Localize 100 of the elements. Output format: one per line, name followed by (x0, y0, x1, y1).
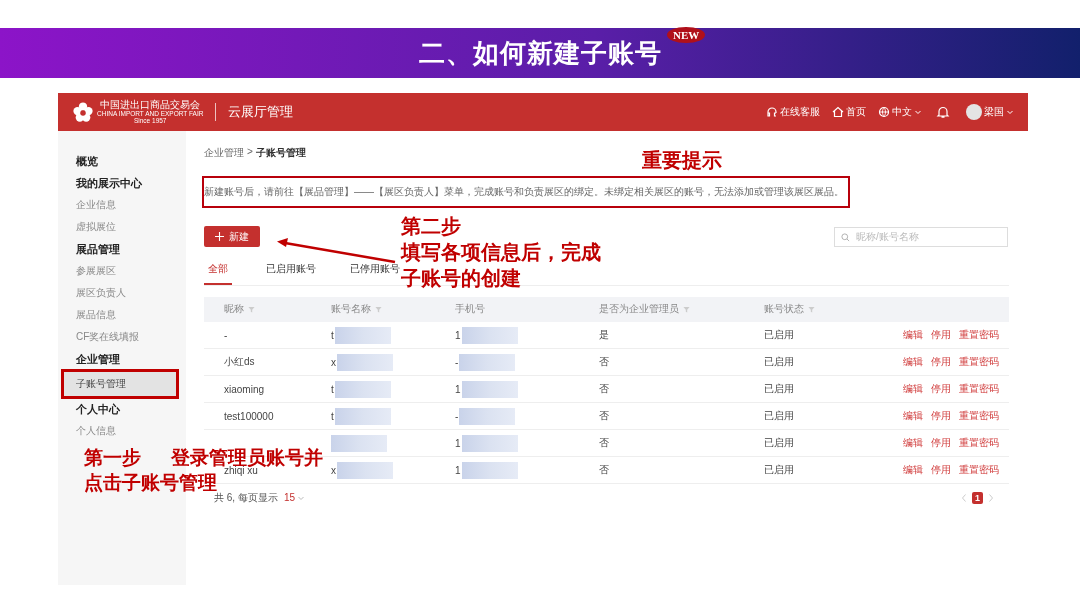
annotation-text: 子账号的创建 (401, 266, 522, 291)
table-cell: 已启用 (764, 409, 794, 423)
table-cell: 已启用 (764, 355, 794, 369)
home-icon (832, 106, 844, 118)
action-link[interactable]: 编辑 (903, 436, 923, 450)
action-link[interactable]: 停用 (931, 436, 951, 450)
sidebar-item[interactable]: CF奖在线填报 (58, 326, 186, 348)
page-button[interactable]: 1 (972, 491, 983, 504)
table-cell: 否 (599, 436, 609, 450)
table-cell: 否 (599, 382, 609, 396)
action-link[interactable]: 重置密码 (959, 382, 999, 396)
blur-patch (459, 353, 516, 371)
sidebar-item[interactable]: 企业信息 (58, 194, 186, 216)
globe-icon (878, 106, 890, 118)
action-link[interactable]: 停用 (931, 328, 951, 342)
sidebar-item[interactable]: 个人信息 (58, 420, 186, 442)
nav-link[interactable]: 中文 (878, 105, 922, 119)
sidebar-item[interactable]: 虚拟展位 (58, 216, 186, 238)
bell-icon[interactable] (936, 105, 950, 119)
action-link[interactable]: 重置密码 (959, 436, 999, 450)
table-cell: 否 (599, 355, 609, 369)
notice-text: 新建账号后，请前往【展品管理】——【展区负责人】菜单，完成账号和负责展区的绑定。未绑定相关展区的账号，无法添加或管理该展区展品。 (202, 176, 850, 208)
sidebar-heading: 个人中心 (75, 401, 121, 417)
sidebar-item[interactable]: 展品信息 (58, 304, 186, 326)
table-cell: - (455, 356, 459, 368)
blur-patch (334, 407, 391, 425)
caret-icon (1006, 108, 1014, 116)
blur-patch (461, 326, 518, 344)
total-count: 共 6, 每页显示 (214, 491, 278, 505)
action-link[interactable]: 重置密码 (959, 463, 999, 477)
blur-patch (337, 461, 393, 479)
action-link[interactable]: 编辑 (903, 409, 923, 423)
previous-page-icon[interactable] (960, 492, 968, 503)
table-cell: 是 (599, 328, 609, 342)
sidebar-heading: 展品管理 (75, 241, 121, 257)
table-cell: 已启用 (764, 382, 794, 396)
logo-name: 中国进出口商品交易会 (100, 100, 201, 110)
nav-link[interactable]: 在线客服 (766, 105, 820, 119)
slide-title: 二、如何新建子账号 (418, 36, 662, 70)
action-link[interactable]: 停用 (931, 463, 951, 477)
new-button[interactable]: 新建 (204, 226, 260, 247)
column-header: 账号名称 (331, 303, 371, 316)
sidebar-item[interactable]: 展区负责人 (58, 282, 186, 304)
flower-logo-icon (72, 101, 94, 123)
sidebar-heading: 我的展示中心 (75, 175, 143, 191)
table-cell: t (331, 383, 334, 395)
column-header: 昵称 (224, 303, 244, 316)
filter-icon[interactable] (248, 306, 255, 313)
table-cell: - (224, 329, 228, 341)
search-icon (841, 232, 850, 242)
column-header: 是否为企业管理员 (599, 303, 679, 316)
column-header: 账号状态 (764, 303, 804, 316)
blur-patch (461, 461, 518, 479)
blur-patch (334, 380, 391, 398)
sidebar-heading: 企业管理 (75, 351, 121, 367)
filter-icon[interactable] (375, 306, 382, 313)
annotation-label: 重要提示 (642, 148, 722, 173)
new-badge: NEW (667, 27, 706, 43)
nav-link[interactable]: 首页 (832, 105, 866, 119)
breadcrumb-current: 子账号管理 (255, 146, 306, 160)
blur-patch (459, 407, 516, 425)
filter-icon[interactable] (808, 306, 815, 313)
action-link[interactable]: 编辑 (903, 463, 923, 477)
avatar[interactable] (966, 104, 982, 120)
app-title: 云展厅管理 (228, 103, 294, 121)
table-cell: 小红ds (224, 355, 255, 369)
next-page-icon[interactable] (987, 492, 995, 503)
action-link[interactable]: 重置密码 (959, 355, 999, 369)
filter-icon[interactable] (683, 306, 690, 313)
action-link[interactable]: 编辑 (903, 328, 923, 342)
table-cell: 否 (599, 463, 609, 477)
action-link[interactable]: 停用 (931, 382, 951, 396)
blur-patch (337, 353, 393, 371)
action-link[interactable]: 重置密码 (959, 328, 999, 342)
table-cell: x (331, 356, 336, 368)
action-link[interactable]: 停用 (931, 355, 951, 369)
table-cell: 已启用 (764, 463, 794, 477)
table-cell: 1 (455, 437, 461, 449)
table-cell: 已启用 (764, 436, 794, 450)
tab[interactable]: 全部 (204, 262, 232, 285)
action-link[interactable]: 停用 (931, 409, 951, 423)
table-cell: 已启用 (764, 328, 794, 342)
table-cell: 1 (455, 383, 461, 395)
blur-patch (331, 434, 387, 452)
blur-patch (461, 380, 518, 398)
blur-patch (334, 326, 391, 344)
sidebar-item[interactable]: 参展展区 (58, 260, 186, 282)
action-link[interactable]: 编辑 (903, 355, 923, 369)
table-cell: test100000 (224, 410, 274, 422)
user-menu[interactable]: 梁国 (984, 105, 1014, 119)
headset-icon (766, 106, 778, 118)
action-link[interactable]: 重置密码 (959, 409, 999, 423)
tab[interactable]: 已启用账号 (262, 262, 320, 285)
page-size-select[interactable]: 15 (283, 492, 306, 503)
sidebar-item[interactable]: 子账号管理 (62, 370, 178, 398)
breadcrumb-link[interactable]: 企业管理 (204, 146, 244, 160)
table-cell: 否 (599, 409, 609, 423)
blur-patch (461, 434, 518, 452)
table-cell: xiaoming (224, 383, 265, 395)
action-link[interactable]: 编辑 (903, 382, 923, 396)
